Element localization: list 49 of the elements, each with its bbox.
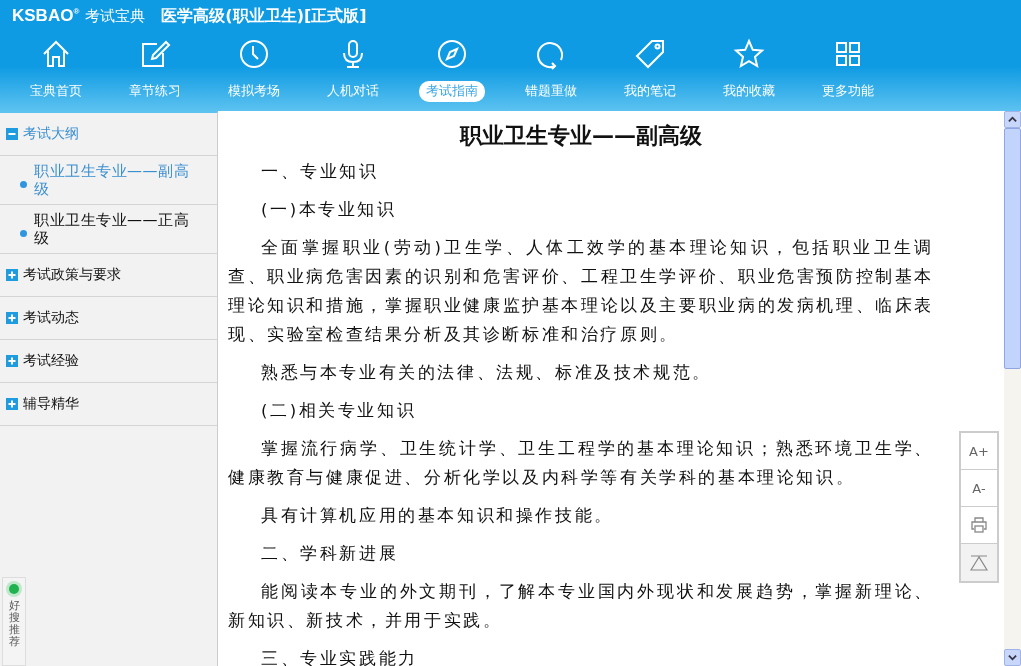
section-label[interactable]: 考试经验 <box>23 352 79 370</box>
scroll-up-button[interactable] <box>1004 111 1021 128</box>
article-paragraph: 熟悉与本专业有关的法律、法规、标准及技术规范。 <box>260 362 713 384</box>
sidebar-link[interactable]: 职业卫生专业——副高级 <box>34 162 199 198</box>
sidebar-section[interactable]: 考试政策与要求 <box>0 254 217 297</box>
section-label[interactable]: 考试大纲 <box>23 125 79 143</box>
sidebar-section[interactable]: 考试大纲 <box>0 113 217 156</box>
article-paragraph: 三、专业实践能力 <box>260 648 419 666</box>
article-paragraph: 全面掌握职业(劳动)卫生学、人体工效学的基本理论知识，包括职业卫生调查、职业病危害因素的识别和危害评价、工程卫生学评价、职业危害预防控制基本理论知识和措施，掌握职业健康监护基本理论以及主要职业病的发病机理、临床表现、实验室检查结果分析及其诊断标准和治疗原则。 <box>228 237 934 346</box>
bullet-icon <box>20 180 27 188</box>
article-paragraph: (一)本专业知识 <box>260 199 398 221</box>
status-dot-icon <box>9 584 19 594</box>
clock-icon[interactable] <box>237 38 270 70</box>
sidebar-link[interactable]: 职业卫生专业——正高级 <box>34 211 199 247</box>
widget-label: 好搜推荐 <box>8 600 20 649</box>
expand-icon[interactable] <box>6 269 18 281</box>
collapse-icon[interactable] <box>6 128 18 140</box>
article-paragraph: 具有计算机应用的基本知识和操作技能。 <box>260 505 615 527</box>
star-icon[interactable] <box>732 38 765 70</box>
article-paragraph: 二、学科新进展 <box>260 543 400 565</box>
sidebar-section[interactable]: 辅导精华 <box>0 383 217 426</box>
section-label[interactable]: 考试动态 <box>23 309 79 327</box>
compass-icon[interactable] <box>435 38 468 70</box>
expand-icon[interactable] <box>6 312 18 324</box>
triangle-icon <box>970 553 988 572</box>
article-paragraph: (二)相关专业知识 <box>260 400 418 422</box>
expand-icon[interactable] <box>6 398 18 410</box>
article-paragraph: 能阅读本专业的外文期刊，了解本专业国内外现状和发展趋势，掌握新理论、新知识、新技术，并用于实践。 <box>228 581 934 632</box>
article-paragraph: 掌握流行病学、卫生统计学、卫生工程学的基本理论知识；熟悉环境卫生学、健康教育与健康促进、分析化学以及内科学等有关学科的基本理论知识。 <box>228 438 934 489</box>
brand-name: 考试宝典 <box>85 6 146 26</box>
window-title: 医学高级(职业卫生)[正式版] <box>161 5 367 27</box>
scroll-thumb[interactable] <box>1004 128 1021 369</box>
sidebar-section[interactable]: 考试经验 <box>0 340 217 383</box>
article-title: 职业卫生专业——副高级 <box>458 122 703 150</box>
scrollbar[interactable] <box>1004 111 1021 666</box>
sidebar-section[interactable]: 考试动态 <box>0 297 217 340</box>
expand-icon[interactable] <box>6 355 18 367</box>
bullet-icon <box>20 229 27 237</box>
article-paragraph: 一、专业知识 <box>260 161 380 183</box>
printer-icon <box>970 516 988 534</box>
tag-icon[interactable] <box>633 38 666 70</box>
section-label[interactable]: 辅导精华 <box>23 395 79 413</box>
back-to-top-button[interactable] <box>961 544 997 581</box>
recommend-widget[interactable]: 好搜推荐 <box>2 577 26 666</box>
caret-down-icon <box>1008 653 1017 662</box>
scroll-down-button[interactable] <box>1004 649 1021 666</box>
brand-logo: KSBAO$^{®}$ <box>12 6 80 26</box>
caret-up-icon <box>1008 115 1017 124</box>
section-label[interactable]: 考试政策与要求 <box>23 266 121 284</box>
